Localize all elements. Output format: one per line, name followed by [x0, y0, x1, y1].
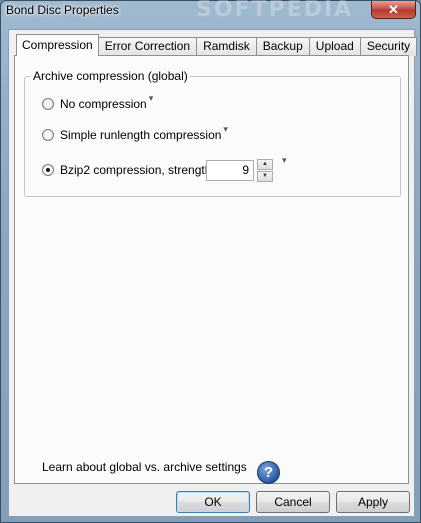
properties-window: Bond Disc Properties SOFTPEDIA ✕ Compres… — [0, 0, 421, 523]
spin-down-button[interactable]: ▼ — [257, 171, 273, 182]
close-button[interactable]: ✕ — [371, 1, 416, 19]
option-label: No compression — [60, 97, 147, 111]
help-icon[interactable]: ? — [257, 461, 280, 484]
strength-input[interactable]: 9 — [206, 160, 254, 181]
strength-stepper: ▲ ▼ — [257, 159, 275, 182]
cancel-button[interactable]: Cancel — [256, 491, 330, 513]
spin-up-button[interactable]: ▲ — [257, 159, 273, 170]
dialog-client-area: Compression Error Correction Ramdisk Bac… — [8, 29, 418, 517]
option-runlength[interactable]: Simple runlength compression ▾ — [42, 124, 228, 142]
tab-compression[interactable]: Compression — [16, 34, 99, 56]
radio-bzip2[interactable] — [42, 164, 54, 176]
watermark: SOFTPEDIA — [196, 0, 354, 22]
radio-no-compression[interactable] — [42, 98, 54, 110]
compression-panel: Archive compression (global) No compress… — [14, 55, 409, 484]
apply-button[interactable]: Apply — [336, 491, 410, 513]
option-no-compression[interactable]: No compression ▾ — [42, 93, 153, 111]
group-title: Archive compression (global) — [31, 69, 190, 83]
radio-runlength[interactable] — [42, 129, 54, 141]
tab-error-correction[interactable]: Error Correction — [97, 37, 198, 56]
tab-strip: Compression Error Correction Ramdisk Bac… — [16, 34, 418, 56]
help-text: Learn about global vs. archive settings — [42, 460, 247, 474]
window-title: Bond Disc Properties — [6, 3, 119, 17]
option-label: Simple runlength compression — [60, 128, 222, 142]
dropdown-marker-icon: ▾ — [223, 123, 228, 134]
archive-compression-group: Archive compression (global) No compress… — [24, 69, 401, 197]
title-bar[interactable]: Bond Disc Properties SOFTPEDIA ✕ — [1, 0, 420, 22]
close-icon: ✕ — [388, 2, 399, 17]
tab-ramdisk[interactable]: Ramdisk — [196, 37, 257, 56]
dropdown-marker-icon: ▾ — [282, 155, 287, 165]
option-label: Bzip2 compression, strength — [60, 163, 212, 177]
option-bzip2[interactable]: Bzip2 compression, strength — [42, 163, 211, 177]
dropdown-marker-icon: ▾ — [148, 92, 154, 103]
tab-backup[interactable]: Backup — [255, 37, 310, 56]
tab-upload[interactable]: Upload — [308, 37, 361, 56]
tab-security[interactable]: Security — [359, 37, 418, 56]
ok-button[interactable]: OK — [176, 491, 250, 513]
